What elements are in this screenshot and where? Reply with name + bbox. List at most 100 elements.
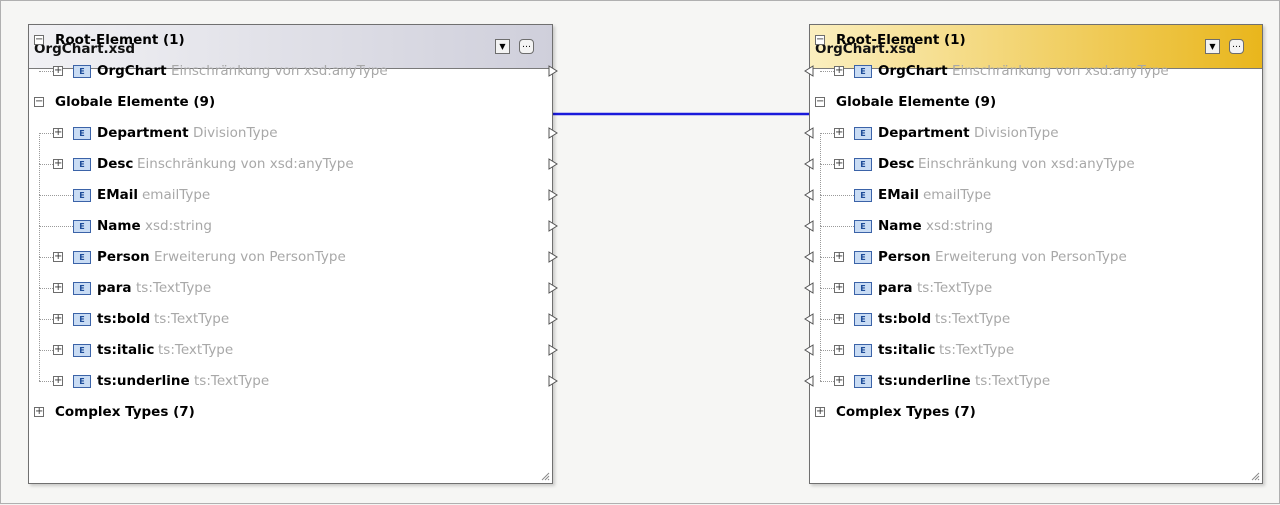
expand-icon[interactable]: + [834, 314, 844, 324]
expand-icon[interactable]: + [815, 407, 825, 417]
expand-icon[interactable]: + [34, 407, 44, 417]
input-connector-icon[interactable] [804, 220, 814, 232]
output-connector-icon[interactable] [548, 65, 558, 77]
output-connector-icon[interactable] [548, 189, 558, 201]
expand-icon[interactable]: + [53, 159, 63, 169]
expand-icon[interactable]: + [53, 376, 63, 386]
expand-icon[interactable]: + [834, 345, 844, 355]
tree-element-row[interactable]: + Ets:bold ts:TextType [29, 308, 558, 350]
tree-element-row[interactable]: + E OrgChart Einschränkung von xsd:anyType [804, 60, 1264, 82]
element-type: ts:TextType [136, 280, 212, 296]
global-elements-group[interactable]: − Globale Elemente (9) [29, 91, 554, 113]
tree-element-row[interactable]: + Ets:italic ts:TextType [29, 339, 558, 381]
tree-element-row[interactable]: + Ets:italic ts:TextType [804, 339, 1264, 381]
input-connector-icon[interactable] [804, 282, 814, 294]
expand-icon[interactable]: + [834, 159, 844, 169]
tree-element-row[interactable]: + E Department DivisionType [29, 122, 558, 164]
output-connector-icon[interactable] [548, 158, 558, 170]
expand-icon[interactable]: + [834, 128, 844, 138]
source-schema-component[interactable]: OrgChart.xsd ▼ … − Root-Element (1) + E OrgC… [28, 24, 558, 484]
input-connector-icon[interactable] [804, 375, 814, 387]
tree-element-row[interactable]: + E Desc Einschränkung von xsd:anyType [804, 153, 1264, 195]
tree-connector-line [820, 195, 854, 196]
tree-element-row[interactable]: + E Department DivisionType [804, 122, 1264, 164]
tree-element-row[interactable]: + E OrgChart Einschränkung von xsd:anyType [29, 60, 558, 82]
element-type: ts:TextType [154, 311, 230, 327]
tree-connector-line [39, 288, 53, 289]
element-icon: E [854, 282, 872, 295]
tree-connector-line [820, 226, 854, 227]
element-name: Desc [97, 156, 134, 172]
element-type: Einschränkung von xsd:anyType [171, 63, 388, 79]
expand-icon[interactable]: + [53, 345, 63, 355]
collapse-icon[interactable]: − [815, 35, 825, 45]
element-type: DivisionType [193, 125, 278, 141]
output-connector-icon[interactable] [548, 251, 558, 263]
expand-icon[interactable]: + [53, 283, 63, 293]
element-type: ts:TextType [935, 311, 1011, 327]
element-type: ts:TextType [939, 342, 1015, 358]
global-elements-group[interactable]: − Globale Elemente (9) [810, 91, 1264, 113]
element-type: ts:TextType [975, 373, 1051, 389]
expand-icon[interactable]: + [834, 376, 844, 386]
input-connector-icon[interactable] [804, 313, 814, 325]
element-name: ts:bold [97, 311, 151, 327]
expand-icon[interactable]: + [834, 252, 844, 262]
tree-connector-line [820, 133, 834, 134]
tree-element-row[interactable]: + Ets:bold ts:TextType [804, 308, 1264, 350]
tree-element-row[interactable]: E Name xsd:string [804, 215, 1264, 257]
output-connector-icon[interactable] [548, 220, 558, 232]
group-label: Root-Element (1) [55, 32, 185, 48]
element-name: Person [97, 249, 150, 265]
tree-element-row[interactable]: + Ets:underline ts:TextType [29, 370, 558, 392]
tree-connector-line [39, 226, 73, 227]
target-schema-component[interactable]: OrgChart.xsd ▼ … − Root-Element (1) + E OrgC… [804, 24, 1264, 484]
tree-element-row[interactable]: + Ets:underline ts:TextType [804, 370, 1264, 392]
output-connector-icon[interactable] [548, 344, 558, 356]
expand-icon[interactable]: + [53, 128, 63, 138]
group-label: Complex Types (7) [55, 404, 195, 420]
group-label: Globale Elemente (9) [55, 94, 216, 110]
tree-connector-line [39, 164, 53, 165]
input-connector-icon[interactable] [804, 344, 814, 356]
tree-element-row[interactable]: E Name xsd:string [29, 215, 558, 257]
input-connector-icon[interactable] [804, 158, 814, 170]
expand-icon[interactable]: + [53, 314, 63, 324]
group-label: Root-Element (1) [836, 32, 966, 48]
tree-element-row[interactable]: + E Person Erweiterung von PersonType [804, 246, 1264, 288]
tree-connector-line [39, 257, 53, 258]
tree-element-row[interactable]: E EMail emailType [29, 184, 558, 226]
resize-grip-icon[interactable] [1250, 471, 1260, 481]
complex-types-group[interactable]: + Complex Types (7) [29, 401, 554, 423]
complex-types-group[interactable]: + Complex Types (7) [810, 401, 1264, 423]
tree-element-row[interactable]: + Epara ts:TextType [804, 277, 1264, 319]
element-name: OrgChart [97, 63, 167, 79]
output-connector-icon[interactable] [548, 282, 558, 294]
tree-element-row[interactable]: + E Person Erweiterung von PersonType [29, 246, 558, 288]
output-connector-icon[interactable] [548, 375, 558, 387]
tree-element-row[interactable]: + Epara ts:TextType [29, 277, 558, 319]
input-connector-icon[interactable] [804, 65, 814, 77]
tree-connector-line [820, 350, 834, 351]
tree-connector-line [39, 381, 53, 382]
root-element-group[interactable]: − Root-Element (1) [810, 29, 1264, 51]
element-type: Einschränkung von xsd:anyType [918, 156, 1135, 172]
tree-connector-line [39, 195, 73, 196]
tree-element-row[interactable]: E EMail emailType [804, 184, 1264, 226]
output-connector-icon[interactable] [548, 313, 558, 325]
expand-icon[interactable]: + [834, 283, 844, 293]
tree-element-row[interactable]: + E Desc Einschränkung von xsd:anyType [29, 153, 558, 195]
input-connector-icon[interactable] [804, 189, 814, 201]
resize-grip-icon[interactable] [540, 471, 550, 481]
input-connector-icon[interactable] [804, 251, 814, 263]
collapse-icon[interactable]: − [34, 35, 44, 45]
collapse-icon[interactable]: − [34, 97, 44, 107]
root-element-group[interactable]: − Root-Element (1) [29, 29, 554, 51]
expand-icon[interactable]: + [834, 66, 844, 76]
tree-connector-line [820, 319, 834, 320]
expand-icon[interactable]: + [53, 66, 63, 76]
output-connector-icon[interactable] [548, 127, 558, 139]
collapse-icon[interactable]: − [815, 97, 825, 107]
expand-icon[interactable]: + [53, 252, 63, 262]
input-connector-icon[interactable] [804, 127, 814, 139]
